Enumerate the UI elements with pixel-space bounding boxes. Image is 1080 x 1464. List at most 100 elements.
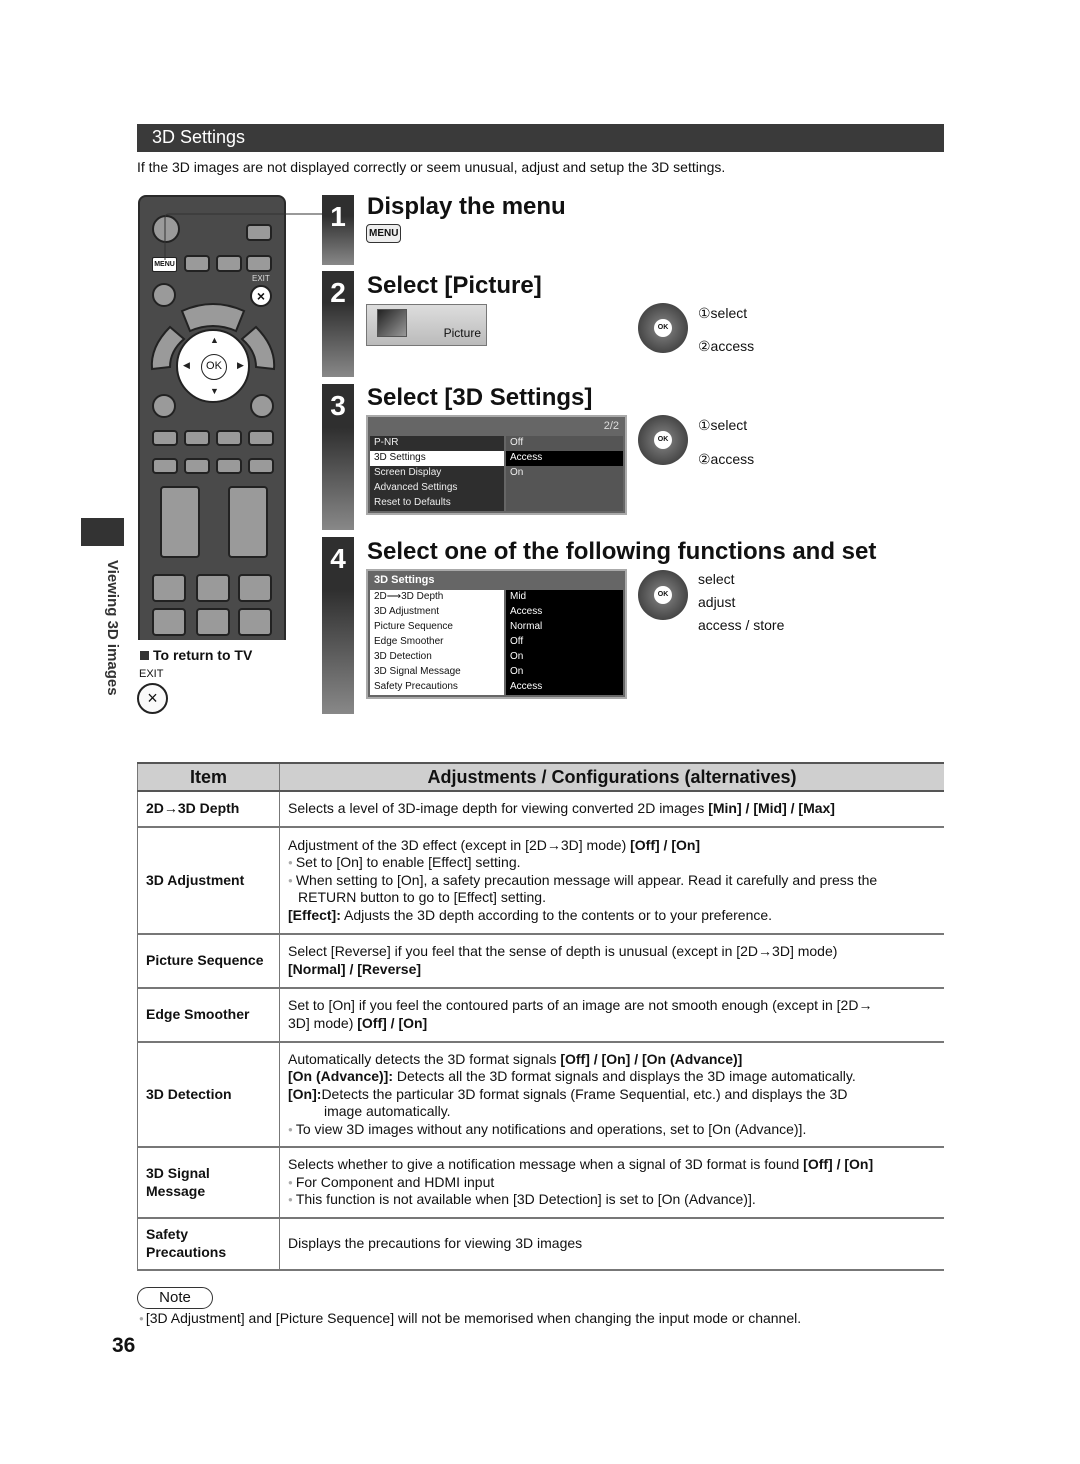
osd-item: 3D Detection <box>370 649 504 665</box>
osd-row: P-NR Off <box>370 436 623 451</box>
osd-value: Access <box>506 679 623 695</box>
up-arrow-icon: ▲ <box>210 335 219 345</box>
osd-row: Safety Precautions Access <box>370 679 623 695</box>
step-number: 1 <box>322 195 354 265</box>
osd-value: Mid <box>506 590 623 605</box>
step-title: Select [3D Settings] <box>367 384 593 411</box>
item-cell: 3D Detection <box>137 1042 280 1148</box>
nav-access-store-label: access / store <box>698 617 785 633</box>
osd-value: Off <box>506 634 623 650</box>
tile-label: Picture <box>443 326 481 340</box>
osd-row: Edge Smoother Off <box>370 634 623 650</box>
remote-button <box>196 608 230 636</box>
remote-button <box>228 486 268 558</box>
osd-value: On <box>506 664 623 680</box>
osd-value: Access <box>506 604 623 620</box>
osd-item: Edge Smoother <box>370 634 504 650</box>
step-number: 4 <box>322 537 354 714</box>
osd-item: Screen Display <box>370 465 504 481</box>
step-title: Display the menu <box>367 193 566 220</box>
osd-row: 3D Signal Message On <box>370 664 623 680</box>
description-cell: Adjustment of the 3D effect (except in [… <box>279 827 944 935</box>
item-cell: 2D→3D Depth <box>137 791 280 828</box>
remote-button <box>238 574 272 602</box>
osd-item: Advanced Settings <box>370 480 504 496</box>
description-cell: Automatically detects the 3D format sign… <box>279 1042 944 1148</box>
nav-access-label: ②access <box>698 338 755 354</box>
osd-title: 3D Settings <box>374 574 435 586</box>
exit-label: EXIT <box>139 668 164 680</box>
osd-row: 3D Detection On <box>370 649 623 665</box>
osd-row: 3D Adjustment Access <box>370 604 623 620</box>
chapter-tab <box>81 518 124 546</box>
exit-label: EXIT <box>252 274 270 283</box>
osd-rows: 2D⟶3D Depth Mid 3D Adjustment Access Picture… <box>370 590 623 695</box>
table-header-row: Item Adjustments / Configurations (alter… <box>137 762 944 792</box>
description-cell: Set to [On] if you feel the contoured pa… <box>279 988 944 1043</box>
remote-button <box>216 430 242 446</box>
table-row: Edge Smoother Set to [On] if you feel th… <box>137 988 944 1043</box>
remote-button <box>152 608 186 636</box>
callout-line <box>164 213 325 260</box>
remote-button <box>248 430 274 446</box>
description-cell: Displays the precautions for viewing 3D … <box>279 1218 944 1271</box>
remote-button <box>152 430 178 446</box>
section-title: 3D Settings <box>152 127 246 147</box>
step-number: 3 <box>322 384 354 530</box>
osd-item: 3D Adjustment <box>370 604 504 620</box>
left-arrow-icon: ◀ <box>183 360 190 370</box>
osd-page: 2/2 <box>603 420 619 432</box>
picture-icon <box>377 309 407 337</box>
down-arrow-icon: ▼ <box>210 386 219 396</box>
nav-select-label: ①select <box>698 417 748 433</box>
osd-row: 2D⟶3D Depth Mid <box>370 590 623 605</box>
osd-value: Access <box>506 450 623 466</box>
remote-button <box>216 458 242 474</box>
ok-button-label: OK <box>201 354 227 380</box>
step-number: 2 <box>322 271 354 377</box>
osd-item: 3D Settings <box>370 450 504 466</box>
note-text: [3D Adjustment] and [Picture Sequence] w… <box>139 1310 801 1326</box>
nav-select-label: select <box>698 571 735 587</box>
intro-text: If the 3D images are not displayed corre… <box>137 159 726 175</box>
square-bullet-icon <box>140 651 149 660</box>
picture-menu-tile: Picture <box>366 304 487 346</box>
osd-item: Picture Sequence <box>370 619 504 635</box>
picture-menu-osd: 2/2 P-NR Off 3D Settings Access Screen Displ… <box>366 415 627 515</box>
osd-item: 2D⟶3D Depth <box>370 590 504 605</box>
item-cell: 3D Signal Message <box>137 1147 280 1219</box>
table-row: 2D→3D Depth Selects a level of 3D-image … <box>137 791 944 828</box>
table-row: 3D Adjustment Adjustment of the 3D effec… <box>137 827 944 935</box>
table-row: Safety Precautions Displays the precauti… <box>137 1218 944 1271</box>
remote-button <box>160 486 200 558</box>
remote-button <box>152 458 178 474</box>
osd-value: Normal <box>506 619 623 635</box>
header-adjustments: Adjustments / Configurations (alternativ… <box>279 762 944 792</box>
description-cell: Select [Reverse] if you feel that the se… <box>279 934 944 989</box>
nav-wheel-icon: OK <box>638 303 688 353</box>
step-title: Select one of the following functions an… <box>367 538 877 565</box>
osd-rows: P-NR Off 3D Settings Access Screen Display On… <box>370 436 623 511</box>
osd-value: On <box>506 465 623 481</box>
osd-row: 3D Settings Access <box>370 450 623 466</box>
osd-value: Off <box>506 436 623 451</box>
remote-button <box>152 574 186 602</box>
return-to-tv-heading: To return to TV <box>140 647 252 663</box>
osd-row: Screen Display On <box>370 465 623 481</box>
osd-item: Reset to Defaults <box>370 495 504 511</box>
item-cell: 3D Adjustment <box>137 827 280 935</box>
osd-value <box>506 495 623 511</box>
item-cell: Picture Sequence <box>137 934 280 989</box>
osd-item: Safety Precautions <box>370 679 504 695</box>
osd-value: On <box>506 649 623 665</box>
nav-adjust-label: adjust <box>698 594 736 610</box>
right-arrow-icon: ▶ <box>237 360 244 370</box>
header-item: Item <box>137 762 280 792</box>
osd-row: Reset to Defaults <box>370 495 623 511</box>
3d-settings-osd: 3D Settings 2D⟶3D Depth Mid 3D Adjustment A… <box>366 569 627 699</box>
dpad-icon: ▲ ▼ ◀ ▶ OK <box>176 329 250 403</box>
exit-icon: × <box>137 683 168 714</box>
nav-wheel-icon: OK <box>638 570 688 620</box>
remote-button <box>248 458 274 474</box>
settings-table: Item Adjustments / Configurations (alter… <box>137 762 944 1271</box>
